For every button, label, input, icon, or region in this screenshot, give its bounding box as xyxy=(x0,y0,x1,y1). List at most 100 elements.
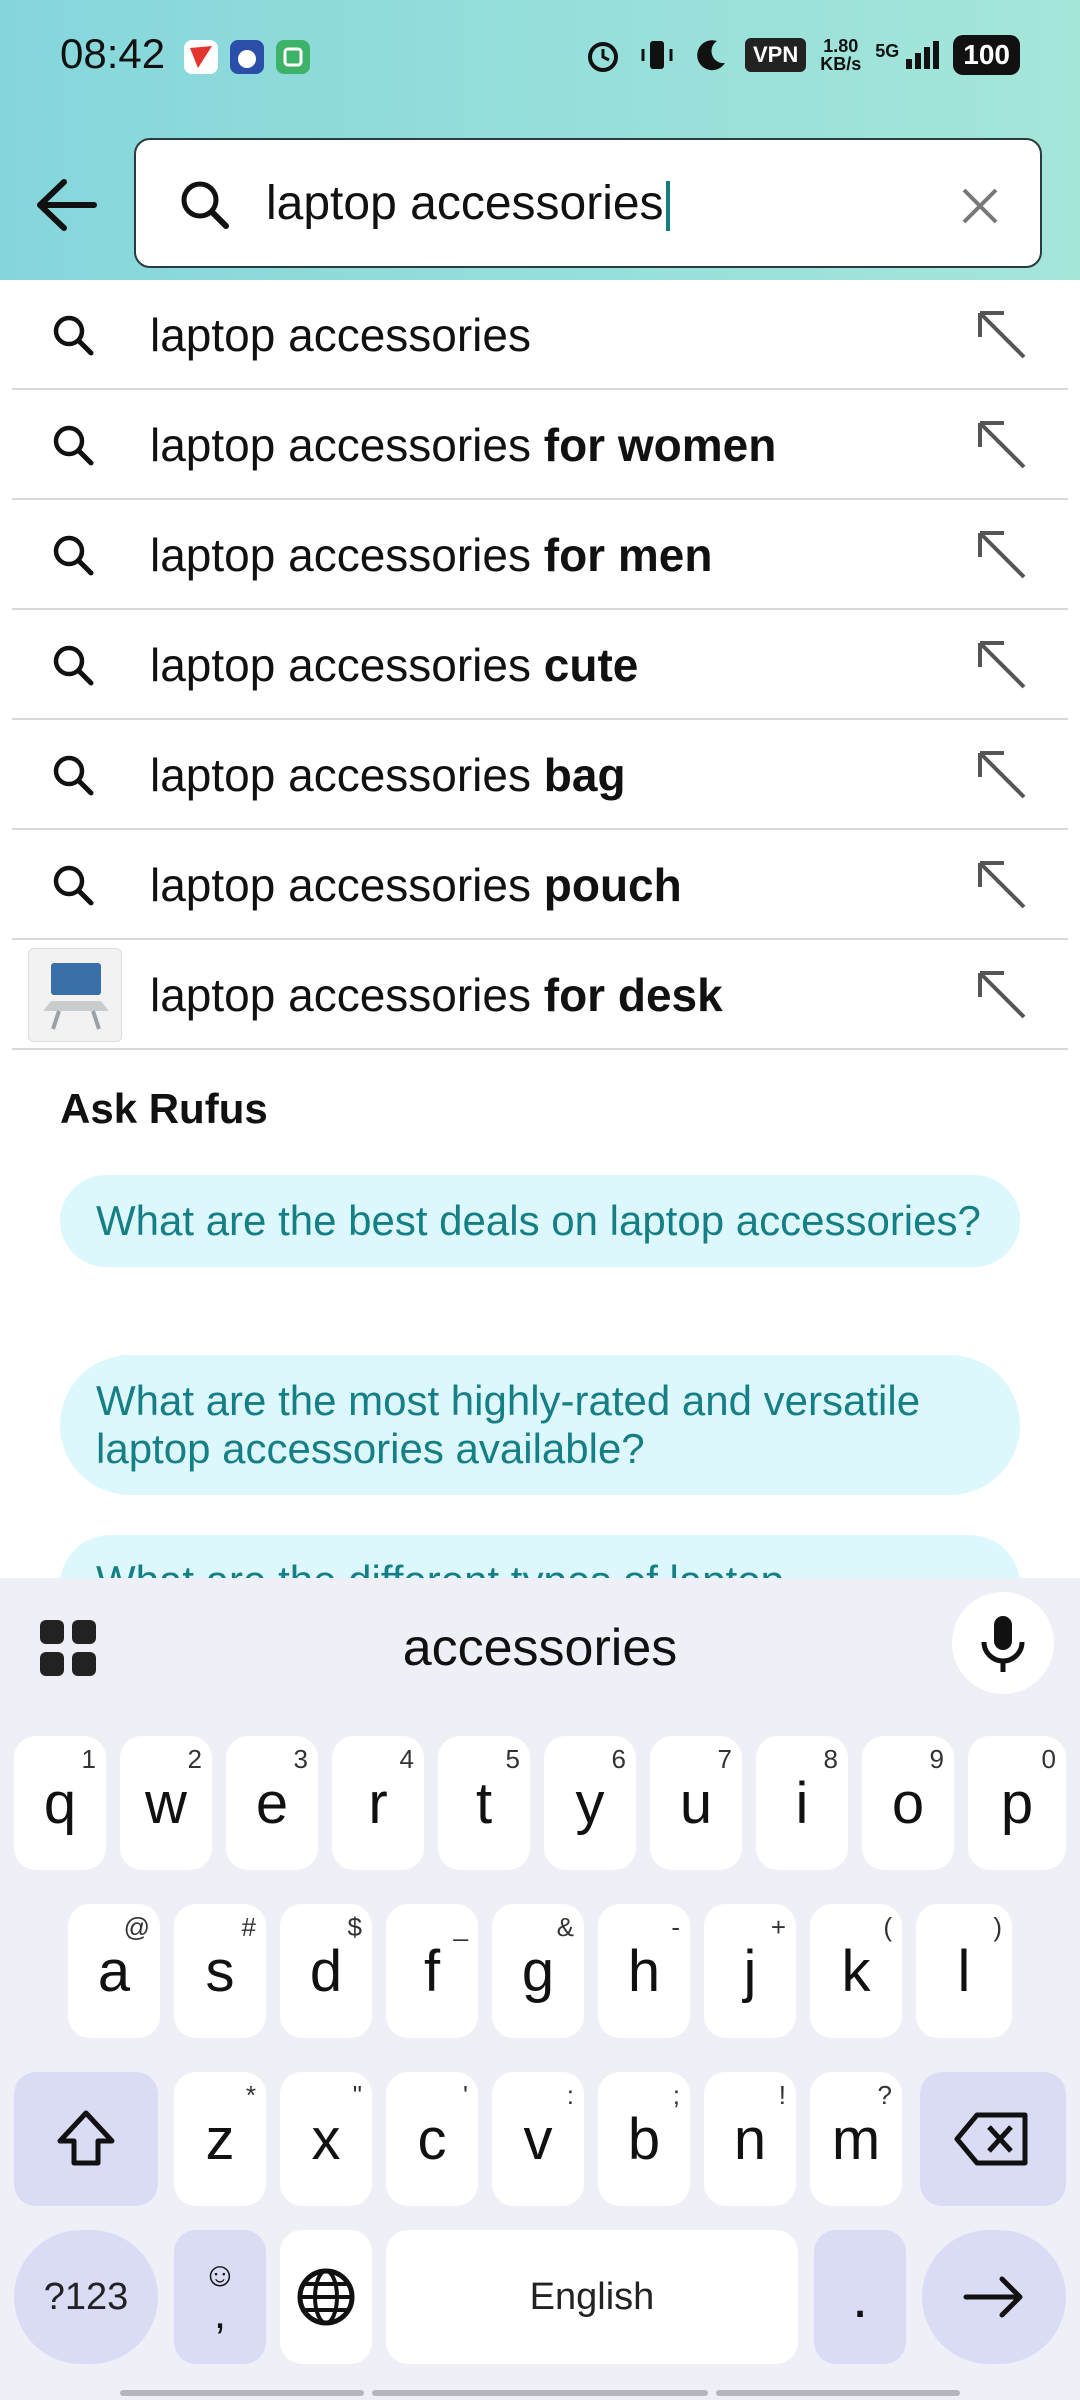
key-q[interactable]: q1 xyxy=(14,1736,106,1870)
keyboard-toolbar: accessories xyxy=(0,1578,1080,1718)
suggestion-label: laptop accessories for desk xyxy=(150,969,723,1021)
arrow-right-icon xyxy=(963,2276,1023,2318)
search-icon xyxy=(53,865,94,906)
globe-icon xyxy=(297,2268,355,2326)
product-thumbnail xyxy=(28,948,122,1042)
rufus-heading: Ask Rufus xyxy=(60,1085,268,1132)
header: 08:42 VPN 1.80 KB/s 5G 100 laptop access… xyxy=(0,0,1080,280)
key-v[interactable]: v: xyxy=(492,2072,584,2206)
backspace-icon xyxy=(954,2112,1028,2166)
app-notification-icon xyxy=(230,40,264,74)
fill-query-arrow-icon[interactable] xyxy=(974,967,1030,1023)
key-w[interactable]: w2 xyxy=(120,1736,212,1870)
key-z[interactable]: z * xyxy=(174,2072,266,2206)
key-b[interactable]: b; xyxy=(598,2072,690,2206)
gesture-navigation-bar xyxy=(0,2380,1080,2400)
status-icons: VPN 1.80 KB/s 5G 100 xyxy=(583,30,1020,80)
space-bar[interactable]: English xyxy=(386,2230,798,2364)
back-arrow-icon xyxy=(37,179,97,231)
moon-icon xyxy=(697,40,725,71)
signal-icon: 5G xyxy=(875,41,940,69)
fill-query-arrow-icon[interactable] xyxy=(974,747,1030,803)
vibrate-icon xyxy=(641,41,673,69)
suggestion-list: laptop accessories laptop accessories fo… xyxy=(0,280,1080,1050)
suggestion-label: laptop accessories bag xyxy=(150,749,626,801)
suggestion-item[interactable]: laptop accessories pouch xyxy=(0,830,1080,940)
key-x[interactable]: x " xyxy=(280,2072,372,2206)
emoji-icon: ☺ xyxy=(202,2256,238,2294)
emoji-comma-key[interactable]: ☺ , xyxy=(174,2230,266,2364)
key-s[interactable]: s # xyxy=(174,1904,266,2038)
suggestion-label: laptop accessories cute xyxy=(150,639,639,691)
network-speed: 1.80 KB/s xyxy=(820,36,862,74)
nav-segment xyxy=(372,2390,708,2396)
app-notification-icon xyxy=(276,40,310,74)
search-icon xyxy=(53,535,94,576)
status-time: 08:42 xyxy=(60,30,166,77)
backspace-key[interactable] xyxy=(920,2072,1066,2206)
vpn-badge: VPN xyxy=(745,38,807,72)
language-key[interactable] xyxy=(280,2230,372,2364)
search-icon xyxy=(53,425,94,466)
soft-keyboard: accessories q1 w2 e3 r4 t5 y6 u7 i8 o9 p… xyxy=(0,1578,1080,2400)
key-g[interactable]: g & xyxy=(492,1904,584,2038)
key-c[interactable]: c ' xyxy=(386,2072,478,2206)
alarm-icon xyxy=(588,42,618,72)
suggestion-label: laptop accessories for men xyxy=(150,529,713,581)
nav-segment xyxy=(716,2390,960,2396)
key-o[interactable]: o9 xyxy=(862,1736,954,1870)
suggestion-item[interactable]: laptop accessories for desk xyxy=(0,940,1080,1050)
text-caret xyxy=(665,181,670,232)
search-icon xyxy=(53,315,94,356)
suggestion-label: laptop accessories xyxy=(150,309,531,361)
key-f[interactable]: f _ xyxy=(386,1904,478,2038)
enter-key[interactable] xyxy=(922,2230,1066,2364)
key-a[interactable]: a @ xyxy=(68,1904,160,2038)
suggestion-item[interactable]: laptop accessories cute xyxy=(0,610,1080,720)
clear-search-button[interactable] xyxy=(960,186,1000,226)
fill-query-arrow-icon[interactable] xyxy=(974,417,1030,473)
shift-key[interactable] xyxy=(14,2072,158,2206)
key-m[interactable]: m? xyxy=(810,2072,902,2206)
symbols-key[interactable]: ?123 xyxy=(14,2230,158,2364)
battery-indicator: 100 xyxy=(953,35,1020,75)
key-n[interactable]: n! xyxy=(704,2072,796,2206)
search-icon xyxy=(181,181,229,229)
search-input[interactable]: laptop accessories xyxy=(134,138,1042,268)
fill-query-arrow-icon[interactable] xyxy=(974,857,1030,913)
key-t[interactable]: t5 xyxy=(438,1736,530,1870)
search-icon xyxy=(53,645,94,686)
key-r[interactable]: r4 xyxy=(332,1736,424,1870)
microphone-icon xyxy=(981,1616,1025,1672)
suggestion-label: laptop accessories pouch xyxy=(150,859,682,911)
key-p[interactable]: p0 xyxy=(968,1736,1066,1870)
key-u[interactable]: u7 xyxy=(650,1736,742,1870)
voice-input-button[interactable] xyxy=(952,1592,1054,1694)
suggestion-label: laptop accessories for women xyxy=(150,419,777,471)
suggestion-item[interactable]: laptop accessories for men xyxy=(0,500,1080,610)
word-suggestion[interactable]: accessories xyxy=(0,1618,1080,1678)
rufus-question-chip[interactable]: What are the most highly-rated and versa… xyxy=(60,1355,1020,1495)
fill-query-arrow-icon[interactable] xyxy=(974,637,1030,693)
key-j[interactable]: j + xyxy=(704,1904,796,2038)
rufus-question-chip[interactable]: What are the best deals on laptop access… xyxy=(60,1175,1020,1267)
key-y[interactable]: y6 xyxy=(544,1736,636,1870)
search-query[interactable]: laptop accessories xyxy=(266,176,670,232)
app-notification-icon xyxy=(184,40,218,74)
key-k[interactable]: k( xyxy=(810,1904,902,2038)
suggestion-item[interactable]: laptop accessories bag xyxy=(0,720,1080,830)
close-icon xyxy=(962,188,998,224)
shift-arrow-icon xyxy=(57,2110,115,2166)
key-e[interactable]: e3 xyxy=(226,1736,318,1870)
period-key[interactable]: . xyxy=(814,2230,906,2364)
key-h[interactable]: h- xyxy=(598,1904,690,2038)
key-l[interactable]: l) xyxy=(916,1904,1012,2038)
fill-query-arrow-icon[interactable] xyxy=(974,527,1030,583)
back-button[interactable] xyxy=(30,170,110,240)
suggestion-item[interactable]: laptop accessories for women xyxy=(0,390,1080,500)
key-i[interactable]: i8 xyxy=(756,1736,848,1870)
suggestion-item[interactable]: laptop accessories xyxy=(0,280,1080,390)
key-d[interactable]: d $ xyxy=(280,1904,372,2038)
fill-query-arrow-icon[interactable] xyxy=(974,307,1030,363)
nav-segment xyxy=(120,2390,364,2396)
